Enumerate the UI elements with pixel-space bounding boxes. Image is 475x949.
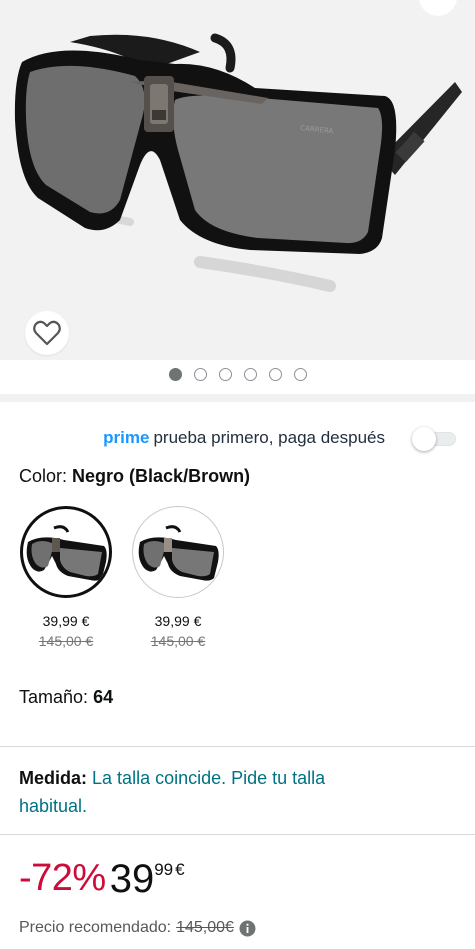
info-icon[interactable] [239,920,256,937]
swatch-1-old-price: 145,00 € [38,633,94,649]
section-divider [0,394,475,402]
size-selection-label: Tamaño: 64 [19,687,113,708]
rrp-label: Precio recomendado: [19,919,172,936]
divider [0,834,475,835]
prime-try-before-you-buy: prime prueba primero, paga después [0,427,475,451]
swatch-2-old-price: 145,00 € [150,633,206,649]
swatch-2-price: 39,99 € [154,613,202,629]
discount-percent: -72% [19,857,106,899]
price-whole: 39 [109,857,155,901]
swatch-image [138,525,219,581]
color-swatch-1[interactable] [20,506,112,598]
price-fraction: 99 [154,860,174,879]
pagination-dot[interactable] [168,368,182,381]
image-pagination [0,368,475,381]
wishlist-button[interactable] [25,311,69,355]
pagination-dot[interactable] [268,368,282,381]
prime-toggle[interactable] [412,427,458,451]
divider [0,746,475,747]
heart-outline-icon [33,320,61,346]
product-image-gallery[interactable]: CARRERA [0,0,475,360]
rrp-value: 145,00€ [176,919,234,936]
pagination-dot[interactable] [293,368,307,381]
product-image: CARRERA [14,33,462,292]
prime-text: prime prueba primero, paga después [103,428,385,448]
color-label: Color: [19,466,68,486]
toggle-knob [412,427,436,451]
pagination-dot[interactable] [193,368,207,381]
prime-description: prueba primero, paga después [153,428,385,447]
pagination-dot[interactable] [243,368,257,381]
size-value: 64 [93,687,114,707]
color-swatch-2[interactable] [132,506,224,598]
fit-label: Medida: [19,768,88,788]
price-currency: € [175,860,185,879]
swatch-1-price: 39,99 € [42,613,90,629]
price-block: -72% 3999 € [19,857,185,907]
size-label: Tamaño: [19,687,89,707]
recommended-price: Precio recomendado: 145,00€ [19,919,256,937]
swatch-image [26,525,107,581]
pagination-dot[interactable] [218,368,232,381]
color-value: Negro (Black/Brown) [72,466,251,486]
color-selection-label: Color: Negro (Black/Brown) [19,466,250,487]
fit-recommendation: Medida: La talla coincide. Pide tu talla… [19,764,339,820]
prime-logo: prime [103,428,150,447]
